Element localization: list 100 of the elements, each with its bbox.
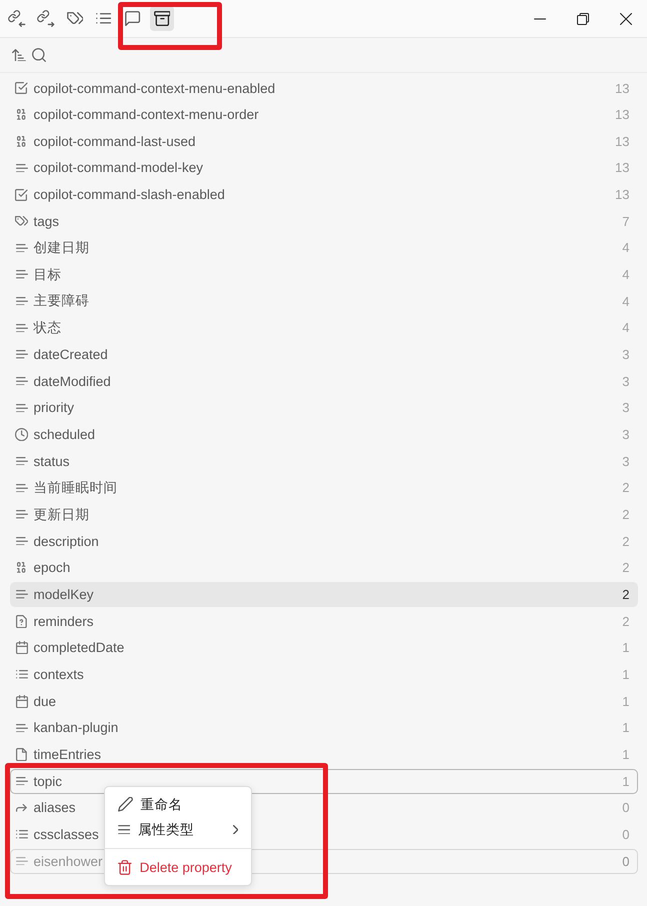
property-row[interactable]: 目标 4 (10, 262, 638, 288)
property-row[interactable]: copilot-command-context-menu-order 13 (10, 102, 638, 128)
close-icon (620, 12, 632, 24)
property-row[interactable]: 创建日期 4 (10, 235, 638, 260)
usage-count: 2 (622, 534, 630, 549)
text-lines-icon (16, 350, 28, 359)
property-name: description (34, 534, 99, 549)
clock-icon (14, 428, 28, 442)
view-tab[interactable] (150, 6, 174, 31)
property-row[interactable]: epoch 2 (10, 555, 638, 580)
property-row[interactable]: modelKey 2 (10, 582, 638, 607)
text-lines-icon (16, 164, 28, 172)
list-icon (16, 670, 28, 679)
text-lines-icon (16, 297, 28, 306)
property-row[interactable]: 更新日期 2 (10, 502, 638, 527)
property-name: 更新日期 (34, 506, 90, 524)
property-row[interactable]: timeEntries 1 (10, 742, 638, 767)
property-row[interactable]: dateModified 3 (10, 368, 638, 394)
property-row[interactable]: status 3 (10, 448, 638, 474)
archive-box-icon (154, 10, 170, 26)
text-lines-icon (16, 377, 28, 386)
property-row[interactable]: reminders 2 (10, 608, 638, 634)
property-row[interactable]: scheduled 3 (10, 422, 638, 448)
text-lines-icon (16, 536, 28, 546)
trash-icon (118, 860, 132, 875)
property-name: modelKey (34, 586, 94, 602)
property-name: priority (34, 400, 74, 416)
usage-count: 3 (622, 427, 630, 442)
usage-count: 0 (622, 826, 630, 842)
usage-count: 13 (615, 187, 630, 202)
property-row[interactable]: completedDate 1 (10, 635, 638, 660)
property-name: copilot-command-last-used (34, 134, 196, 149)
tags-icon (14, 216, 28, 226)
property-name: eisenhower (34, 854, 103, 869)
link-arrow-left-icon (8, 10, 26, 28)
checkbox-icon (15, 82, 28, 94)
property-name: status (34, 454, 70, 469)
binary-digits-icon (17, 109, 26, 120)
speech-bubble-icon (125, 10, 141, 26)
property-row[interactable]: description 2 (10, 528, 638, 554)
usage-count: 4 (622, 294, 630, 309)
calendar-icon (16, 694, 28, 708)
usage-count: 13 (615, 107, 630, 122)
property-name: timeEntries (34, 746, 102, 762)
property-row[interactable]: priority 3 (10, 395, 638, 420)
usage-count: 1 (622, 746, 630, 762)
property-row[interactable]: 状态 4 (10, 315, 638, 340)
checkbox-icon (15, 188, 28, 201)
property-row[interactable]: dateCreated 3 (10, 342, 638, 368)
usage-count: 3 (622, 347, 630, 362)
text-lines-icon (16, 724, 28, 732)
property-row[interactable]: copilot-command-model-key 13 (10, 155, 638, 180)
property-name: copilot-command-slash-enabled (34, 187, 225, 202)
text-lines-icon (16, 484, 28, 492)
usage-count: 1 (622, 774, 630, 789)
property-name: topic (34, 774, 62, 789)
file-icon (16, 748, 27, 761)
property-row[interactable]: due 1 (10, 688, 638, 714)
text-lines-icon (16, 244, 28, 252)
property-name: 目标 (34, 266, 62, 284)
property-name: copilot-command-model-key (34, 160, 204, 176)
property-name: 创建日期 (34, 238, 90, 257)
property-name: aliases (34, 800, 76, 816)
property-row[interactable]: 主要障碍 4 (10, 288, 638, 314)
usage-count: 2 (622, 480, 630, 496)
property-row[interactable]: 当前睡眠时间 2 (10, 475, 638, 500)
usage-count: 0 (622, 854, 630, 869)
usage-count: 1 (622, 640, 630, 656)
property-name: copilot-command-context-menu-enabled (34, 80, 276, 96)
property-row[interactable]: contexts 1 (10, 662, 638, 687)
property-name: completedDate (34, 640, 124, 656)
usage-count: 1 (622, 666, 630, 682)
search-button[interactable] (32, 48, 46, 62)
text-lines-icon (16, 404, 28, 412)
restore-icon (576, 12, 588, 24)
usage-count: 1 (622, 694, 630, 709)
link-arrow-right-icon (37, 10, 55, 28)
usage-count: 2 (622, 586, 630, 602)
sort-button[interactable] (12, 48, 26, 62)
property-name: 当前睡眠时间 (34, 478, 118, 497)
list-icon (16, 830, 28, 839)
text-lines-icon (16, 856, 28, 866)
text-lines-icon (16, 324, 28, 332)
property-row[interactable]: copilot-command-slash-enabled 13 (10, 182, 638, 208)
menu-item[interactable]: 重命名 (110, 792, 246, 817)
usage-count: 4 (622, 267, 630, 282)
property-row[interactable]: copilot-command-context-menu-enabled 13 (10, 76, 638, 100)
property-name: kanban-plugin (34, 720, 118, 736)
menu-item[interactable]: 属性类型 (110, 817, 246, 842)
text-lines-icon (16, 456, 28, 466)
forward-arrow-icon (16, 804, 27, 812)
property-row[interactable]: copilot-command-last-used 13 (10, 128, 638, 154)
question-file-icon (16, 614, 27, 628)
property-name: due (34, 694, 56, 709)
property-row[interactable]: tags 7 (10, 208, 638, 234)
property-row[interactable]: kanban-plugin 1 (10, 715, 638, 740)
property-name: cssclasses (34, 826, 99, 842)
usage-count: 2 (622, 560, 630, 576)
property-name: dateCreated (34, 347, 108, 362)
list-icon (96, 13, 112, 24)
